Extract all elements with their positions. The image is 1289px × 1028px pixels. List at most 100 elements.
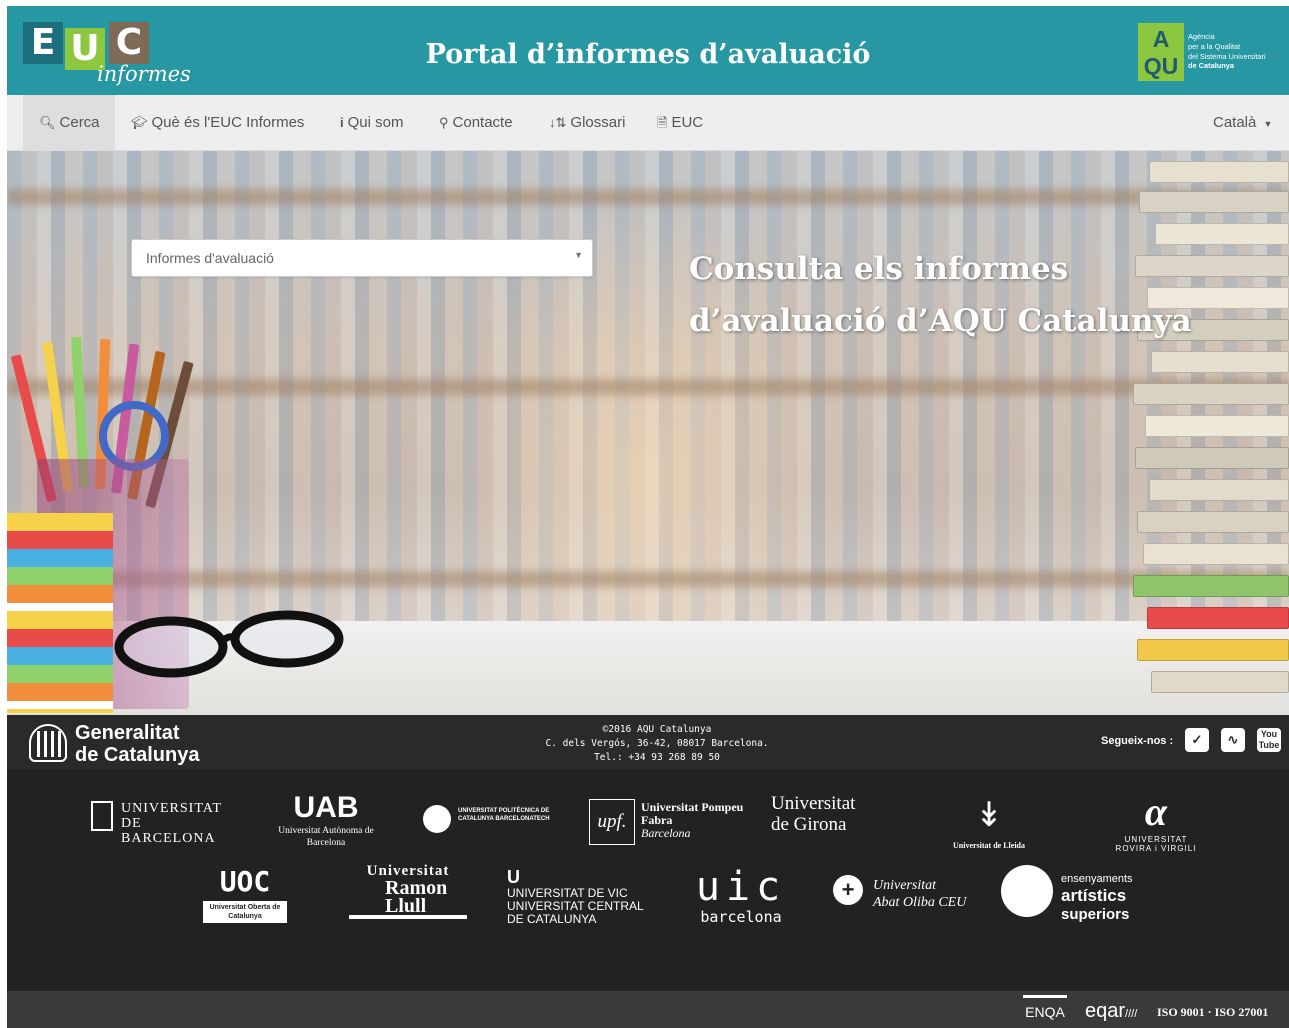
upf-text-line: Universitat Pompeu Fabra	[641, 800, 744, 827]
book-decor	[1149, 161, 1289, 183]
iso-text: ISO 9001 · ISO 27001	[1157, 1005, 1269, 1019]
udl-name: Universitat de Lleida	[953, 841, 1025, 850]
urv-emblem-icon: α	[1144, 789, 1168, 834]
nav-label: Contacte	[452, 114, 513, 131]
aqu-text: Agència per a la Qualitat del Sistema Un…	[1188, 32, 1288, 71]
aqu-text-line: del Sistema Universitari	[1188, 51, 1266, 61]
address-text: C. dels Vergós, 36-42, 08017 Barcelona.	[545, 738, 769, 749]
uoc-logo[interactable]: UOC Universitat Oberta de Catalunya	[197, 867, 293, 923]
document-icon: 🗎︎	[657, 115, 668, 130]
uvic-logo[interactable]: U UNIVERSITAT DE VIC UNIVERSITAT CENTRAL…	[507, 867, 647, 926]
caret-down-icon: ▼	[574, 250, 583, 260]
twitter-icon[interactable]: ✓	[1185, 728, 1209, 752]
certifications-strip: ENQA eqar//// ISO 9001 · ISO 27001	[7, 991, 1289, 1028]
udg-line: Universitat	[771, 793, 856, 814]
report-type-select[interactable]: Informes d'avaluació ▼	[131, 239, 593, 277]
uic-sub: barcelona	[700, 908, 782, 926]
portal-title: Portal d’informes d’avaluació	[425, 39, 871, 70]
aqu-mark-top: A	[1152, 26, 1170, 52]
book-decor	[1151, 671, 1289, 693]
search-icon: 🔍︎	[39, 115, 56, 130]
url-logo[interactable]: Universitat Ramon Llull	[349, 863, 467, 919]
uao-cross-icon: +	[833, 875, 863, 905]
aqu-mark: A QU	[1138, 23, 1184, 81]
nav-item-contacte[interactable]: ⚲ Contacte	[439, 95, 513, 151]
hero-title-line: Consulta els informes	[689, 251, 1069, 287]
udg-logo[interactable]: Universitat de Girona	[771, 793, 881, 835]
caret-down-icon: ▼	[1263, 119, 1273, 129]
eqar-slashes-icon: ////	[1125, 1008, 1138, 1020]
map-marker-icon: ⚲	[439, 115, 449, 130]
glasses-decor	[114, 610, 344, 678]
main-nav: 🔍︎ Cerca 🎓︎ Què és l'EUC Informes i Qui som…	[7, 95, 1289, 151]
info-icon: i	[340, 115, 344, 130]
uoc-mark: UOC	[219, 865, 271, 898]
aqu-mark-bottom: QU	[1143, 53, 1179, 79]
ub-crest-icon	[91, 801, 113, 831]
udl-logo[interactable]: ↡ Universitat de Lleida	[943, 791, 1035, 850]
generalitat-text: Generalitat de Catalunya	[75, 722, 199, 766]
book-decor	[1149, 479, 1289, 501]
contact-info: ©2016 AQU Catalunya C. dels Vergós, 36-4…	[467, 723, 847, 765]
book-decor	[1147, 607, 1289, 629]
language-label: Català	[1213, 114, 1257, 131]
urv-logo[interactable]: α UNIVERSITAT ROVIRA i VIRGILI	[1113, 789, 1199, 853]
uao-line: Abat Oliba CEU	[873, 895, 967, 910]
nav-label: Què és l'EUC Informes	[151, 114, 305, 131]
nav-item-cerca[interactable]: 🔍︎ Cerca	[23, 95, 115, 151]
hero-title-line: d’avaluació d’AQU Catalunya	[689, 303, 1192, 339]
upc-seal-icon	[423, 805, 451, 833]
udl-emblem-icon: ↡	[974, 797, 1004, 834]
enqa-text: ENQA	[1025, 1004, 1065, 1020]
shelf-decor	[7, 189, 1289, 205]
eas-emblem-icon	[1001, 865, 1053, 917]
nav-item-qui-som[interactable]: i Qui som	[340, 95, 403, 151]
book-decor	[1143, 543, 1289, 565]
udg-line: de Girona	[771, 814, 847, 835]
hero-title: Consulta els informes d’avaluació d’AQU …	[689, 243, 1249, 347]
aqu-text-line: Agència	[1188, 32, 1215, 41]
nav-item-euc[interactable]: 🗎︎ EUC	[657, 95, 703, 151]
nav-label: EUC	[671, 114, 704, 131]
ub-name: UNIVERSITAT DE BARCELONA	[121, 801, 222, 846]
book-decor	[1155, 223, 1289, 245]
nav-item-glossari[interactable]: ↓⇅ Glossari	[549, 95, 625, 151]
book-decor	[1133, 575, 1289, 597]
uao-line: Universitat	[873, 878, 936, 893]
uoc-sub: Universitat Oberta de Catalunya	[203, 901, 287, 923]
eas-line: ensenyaments	[1061, 873, 1133, 885]
upf-mark: upf.	[589, 799, 635, 845]
book-decor	[1137, 511, 1289, 533]
uab-logo[interactable]: UAB Universitat Autònoma de Barcelona	[271, 791, 381, 849]
rss-icon[interactable]: ∿	[1221, 728, 1245, 752]
phone-text: Tel.: +34 93 268 89 50	[594, 752, 720, 763]
upf-city: Barcelona	[641, 826, 691, 840]
enqa-bars-icon	[1023, 995, 1067, 1002]
universities-strip: UNIVERSITAT DE BARCELONA UAB Universitat…	[7, 769, 1289, 991]
generalitat-line: Generalitat	[75, 722, 180, 744]
language-dropdown[interactable]: Català ▼	[1213, 95, 1272, 151]
eqar-logo[interactable]: eqar////	[1085, 1001, 1137, 1024]
eas-text: ensenyaments artístics superiors	[1061, 869, 1151, 924]
uvic-mark-icon: U	[507, 867, 520, 887]
aqu-logo[interactable]: A QU Agència per a la Qualitat del Siste…	[1138, 23, 1286, 83]
shelf-decor	[7, 571, 1289, 587]
youtube-icon[interactable]: You Tube	[1257, 728, 1281, 752]
uab-mark: UAB	[293, 791, 359, 824]
book-decor	[1133, 383, 1289, 405]
graduation-cap-icon: 🎓︎	[131, 115, 148, 130]
sticky-notes-decor	[7, 513, 113, 713]
footer-top: Generalitat de Catalunya ©2016 AQU Catal…	[7, 715, 1289, 769]
aqu-text-line: per a la Qualitat	[1188, 41, 1241, 51]
generalitat-line: de Catalunya	[75, 744, 200, 766]
nav-label: Glossari	[570, 114, 626, 131]
uvic-line: DE CATALUNYA	[507, 912, 597, 926]
nav-label: Qui som	[347, 114, 404, 131]
nav-item-que-es[interactable]: 🎓︎ Què és l'EUC Informes	[131, 95, 304, 151]
enqa-logo[interactable]: ENQA	[1023, 995, 1067, 1019]
urv-name: UNIVERSITAT ROVIRA i VIRGILI	[1115, 835, 1197, 853]
sort-alpha-icon: ↓⇅	[549, 115, 567, 130]
uic-logo[interactable]: uic barcelona	[691, 865, 791, 925]
eqar-text: eqar	[1085, 1000, 1126, 1022]
book-stack-decor	[1129, 151, 1289, 715]
